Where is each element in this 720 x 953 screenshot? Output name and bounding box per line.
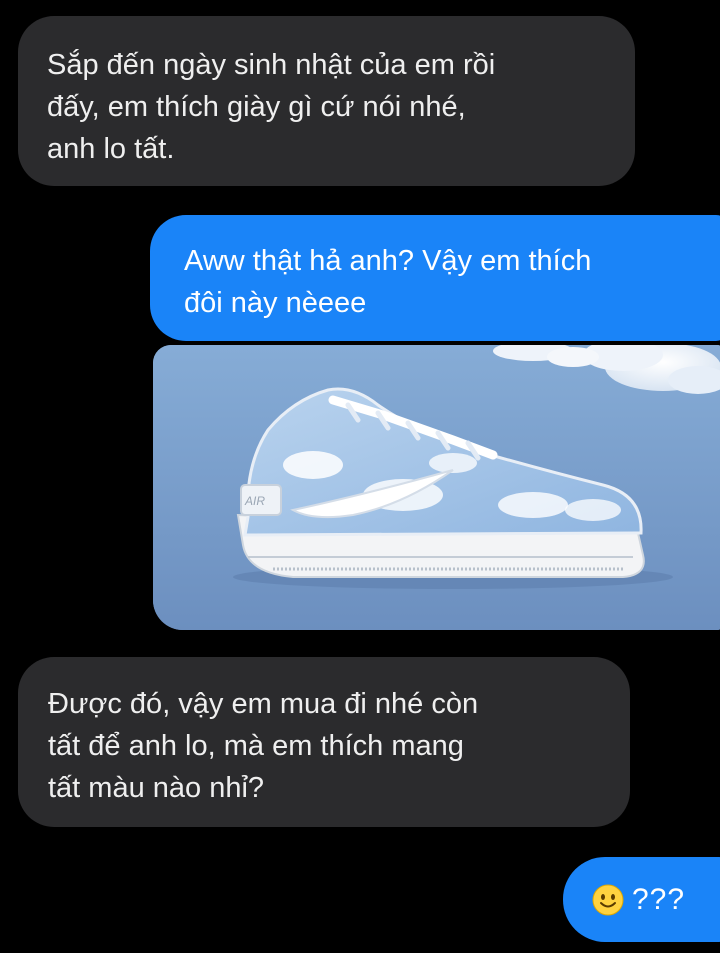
outgoing-message-bubble[interactable]: ??? xyxy=(563,857,720,942)
message-text: ??? xyxy=(632,882,686,916)
message-text-line: tất màu nào nhỉ? xyxy=(48,772,265,804)
sneaker-photo[interactable]: AIR xyxy=(153,345,720,630)
message-text-line: đấy, em thích giày gì cứ nói nhé, xyxy=(47,91,466,123)
smiling-face-emoji-icon xyxy=(592,884,624,915)
outgoing-message-bubble[interactable]: Aww thật hả anh? Vậy em thích đôi này nè… xyxy=(150,215,720,341)
message-text-line: Sắp đến ngày sinh nhật của em rồi xyxy=(47,49,496,81)
message-text-line: đôi này nèeee xyxy=(184,287,367,319)
sneaker-image: AIR xyxy=(153,345,720,630)
incoming-message-bubble[interactable]: Sắp đến ngày sinh nhật của em rồi đấy, e… xyxy=(18,16,635,186)
incoming-message-bubble[interactable]: Được đó, vậy em mua đi nhé còn tất để an… xyxy=(18,657,630,827)
message-text-line: Được đó, vậy em mua đi nhé còn xyxy=(48,688,479,720)
message-text-line: tất để anh lo, mà em thích mang xyxy=(48,730,464,762)
shoe-air-label: AIR xyxy=(244,494,265,508)
message-text-line: anh lo tất. xyxy=(47,133,175,165)
message-text-line: Aww thật hả anh? Vậy em thích xyxy=(184,245,592,277)
